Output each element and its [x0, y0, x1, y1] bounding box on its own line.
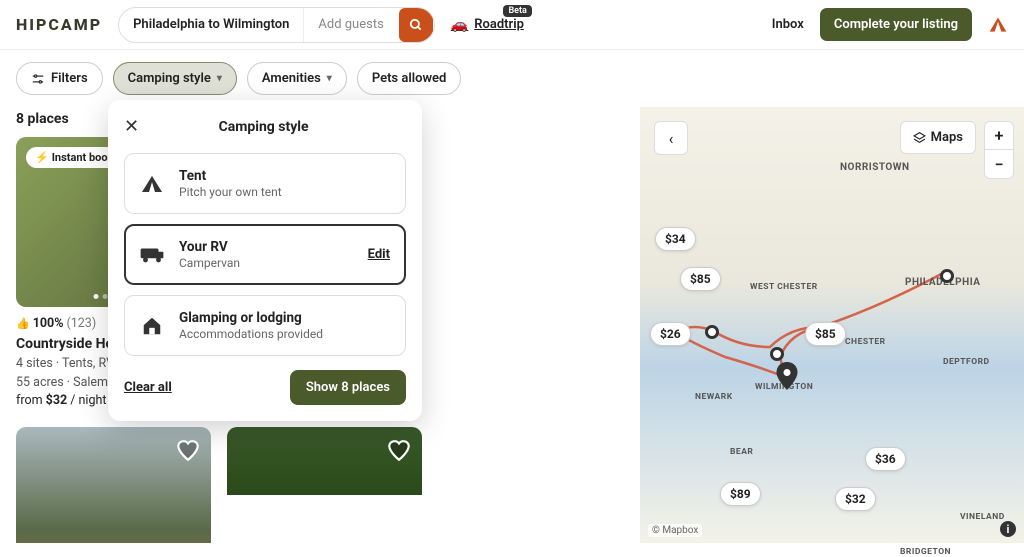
amenities-chip[interactable]: Amenities ▾: [247, 62, 347, 95]
option-rv[interactable]: Your RVCampervan Edit: [124, 224, 406, 285]
search-bar: Philadelphia to Wilmington Add guests: [118, 7, 435, 43]
map-attribution: © Mapbox: [648, 524, 702, 537]
map-price-pin[interactable]: $89: [720, 482, 761, 506]
map-place-label: NEWARK: [695, 392, 733, 402]
search-guests[interactable]: Add guests: [303, 8, 397, 42]
map-waypoint: [705, 325, 719, 339]
chevron-down-icon: ▾: [217, 73, 222, 84]
popover-title: Camping style: [139, 119, 388, 135]
camping-style-chip[interactable]: Camping style ▾: [113, 62, 237, 95]
map-info-button[interactable]: i: [1000, 521, 1016, 537]
heart-icon[interactable]: [175, 437, 201, 463]
zoom-in-button[interactable]: +: [985, 122, 1013, 150]
filters-button[interactable]: Filters: [16, 62, 103, 95]
layers-icon: [913, 131, 926, 144]
map-place-label: DEPTFORD: [943, 357, 990, 367]
inbox-link[interactable]: Inbox: [772, 17, 804, 32]
zoom-out-button[interactable]: −: [985, 150, 1013, 178]
map-pin-icon: [776, 362, 798, 390]
pets-label: Pets allowed: [372, 71, 447, 86]
map-place-label: NORRISTOWN: [840, 162, 910, 173]
roadtrip-link[interactable]: 🚗 Roadtrip Beta: [451, 17, 524, 33]
house-icon: [139, 313, 165, 339]
map-price-pin[interactable]: $36: [865, 447, 906, 471]
map-price-pin[interactable]: $85: [680, 267, 721, 291]
header: HIPCAMP Philadelphia to Wilmington Add g…: [0, 0, 1024, 50]
map-price-pin[interactable]: $32: [835, 487, 876, 511]
map-back-button[interactable]: ‹: [654, 121, 688, 155]
map[interactable]: ‹ Maps + − $34 $85 $26 $85 $36 $89 $32 NORRIST…: [640, 107, 1024, 543]
option-glamping[interactable]: Glamping or lodgingAccommodations provid…: [124, 295, 406, 356]
filters-label: Filters: [51, 71, 88, 86]
tent-icon[interactable]: [988, 15, 1008, 35]
maps-layer-button[interactable]: Maps: [900, 121, 976, 154]
logo[interactable]: HIPCAMP: [16, 15, 102, 34]
camping-style-popover: ✕ Camping style TentPitch your own tent …: [108, 100, 422, 421]
amenities-label: Amenities: [262, 71, 321, 86]
show-results-button[interactable]: Show 8 places: [290, 370, 406, 405]
map-place-label: BRIDGETON: [900, 547, 951, 557]
tent-icon: [139, 171, 165, 197]
car-icon: 🚗: [451, 17, 468, 33]
rv-icon: [139, 242, 165, 268]
filter-bar: Filters Camping style ▾ Amenities ▾ Pets…: [0, 50, 1024, 107]
edit-link[interactable]: Edit: [368, 247, 390, 262]
listing-image[interactable]: [227, 427, 422, 495]
complete-listing-button[interactable]: Complete your listing: [820, 8, 972, 41]
pets-chip[interactable]: Pets allowed: [357, 62, 462, 95]
map-place-label: CHESTER: [845, 337, 886, 347]
map-place-label: VINELAND: [960, 512, 1005, 522]
map-place-label: BEAR: [730, 447, 753, 457]
listing-image[interactable]: [16, 427, 211, 543]
option-tent[interactable]: TentPitch your own tent: [124, 153, 406, 214]
map-price-pin[interactable]: $85: [805, 322, 846, 346]
map-price-pin[interactable]: $34: [655, 227, 696, 251]
chevron-down-icon: ▾: [327, 73, 332, 84]
clear-all-link[interactable]: Clear all: [124, 380, 172, 395]
search-destination[interactable]: Philadelphia to Wilmington: [119, 8, 303, 42]
map-endpoint: [940, 269, 954, 283]
map-price-pin[interactable]: $26: [650, 322, 691, 346]
listing-card[interactable]: 👍100% (46) Creekside Grill 2 sites · Ten…: [16, 427, 211, 543]
map-zoom: + −: [984, 121, 1014, 179]
thumbs-up-icon: 👍: [16, 316, 30, 333]
chevron-left-icon: ‹: [669, 129, 674, 148]
listing-card[interactable]: [227, 427, 422, 543]
beta-badge: Beta: [503, 5, 531, 17]
search-icon: [409, 18, 423, 32]
close-button[interactable]: ✕: [124, 116, 139, 137]
roadtrip-label: Roadtrip: [474, 17, 524, 32]
bolt-icon: ⚡: [35, 151, 49, 164]
sliders-icon: [31, 72, 45, 86]
camping-style-label: Camping style: [128, 71, 211, 86]
search-button[interactable]: [399, 8, 433, 42]
map-place-label: WEST CHESTER: [750, 282, 818, 292]
heart-icon[interactable]: [386, 437, 412, 463]
map-waypoint: [770, 347, 784, 361]
